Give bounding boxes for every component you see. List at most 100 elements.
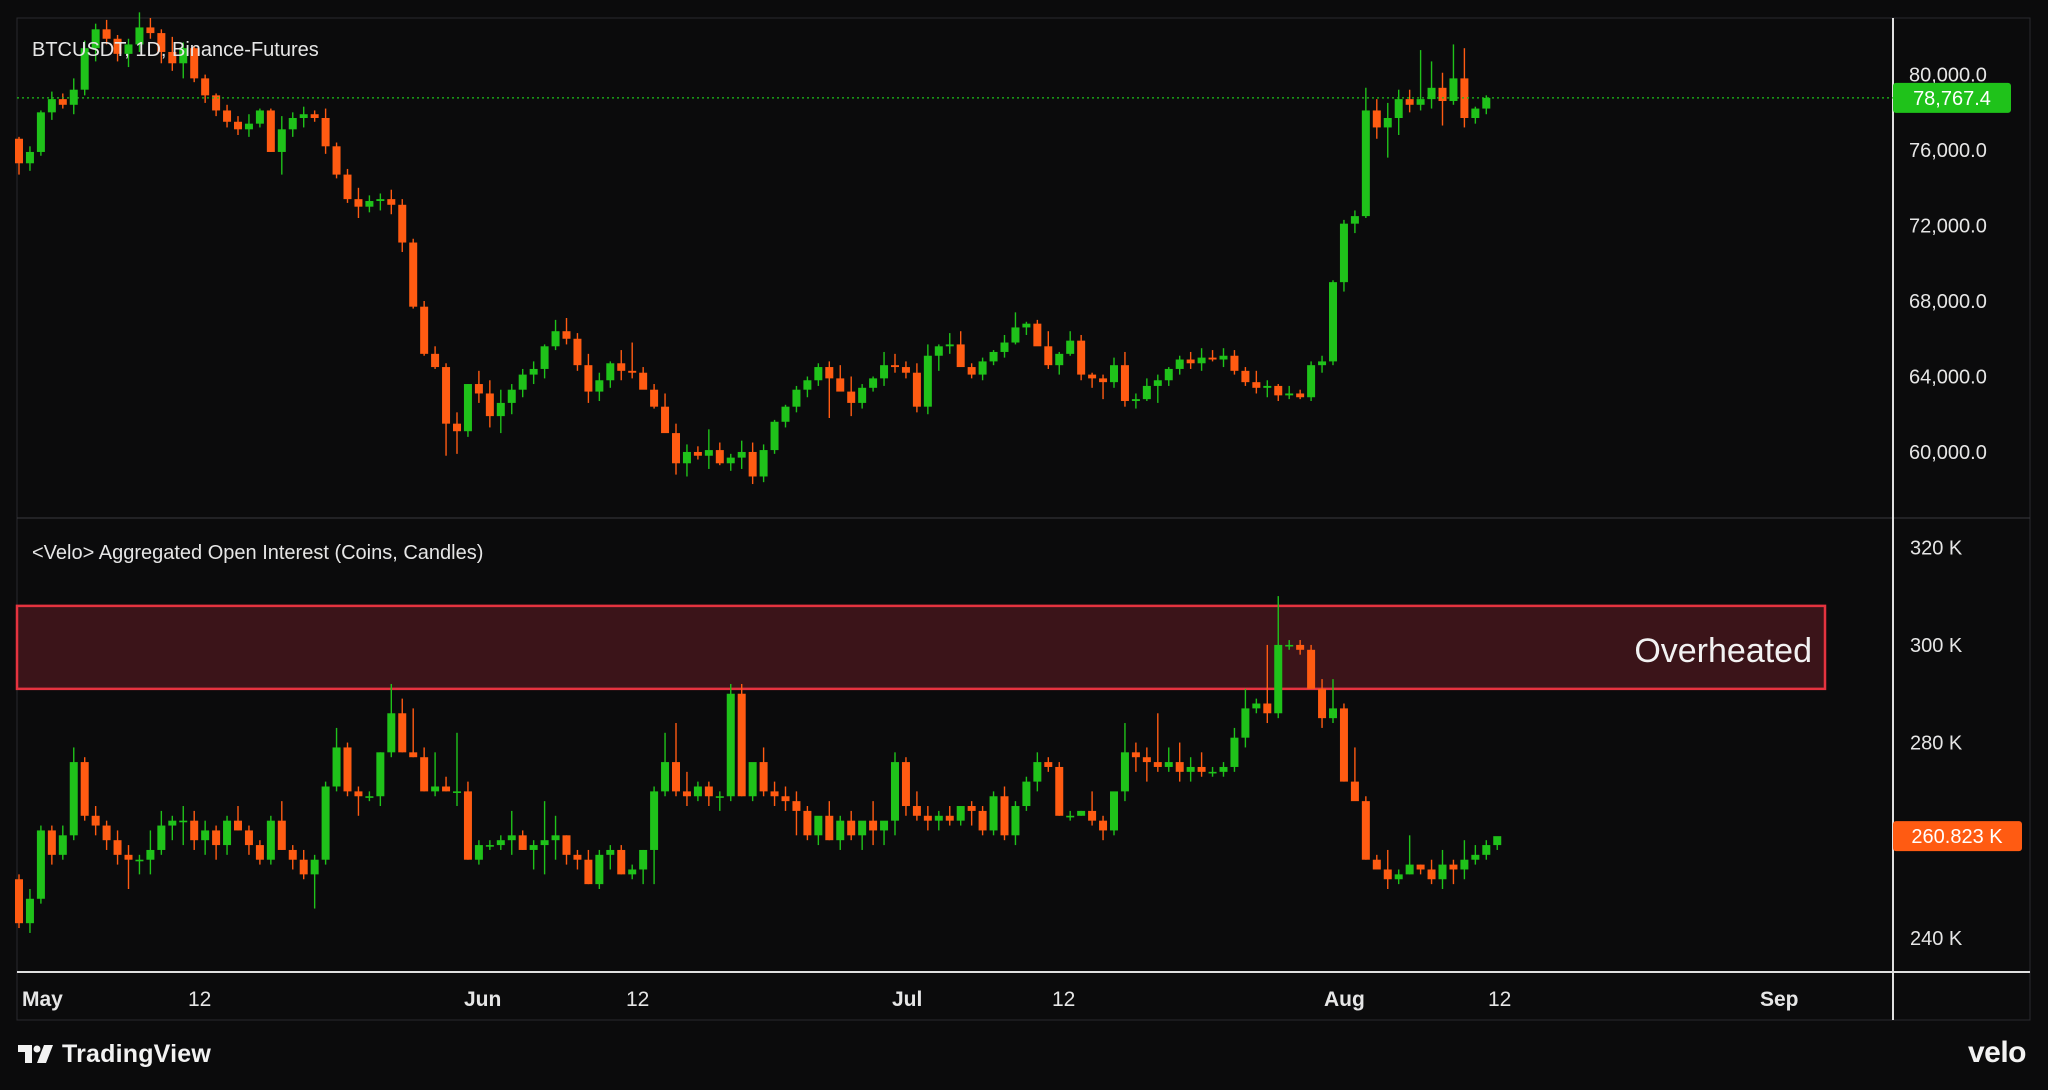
oi-candle-body xyxy=(135,859,144,862)
chart-area[interactable]: BTCUSDT, 1D, Binance-Futures <Velo> Aggr… xyxy=(0,0,2048,1085)
price-candle-body xyxy=(1164,368,1173,381)
oi-candle-body xyxy=(288,849,297,860)
price-candle-body xyxy=(266,110,275,152)
oi-candle-body xyxy=(617,849,626,875)
oi-candle-body xyxy=(80,762,89,816)
oi-candle-body xyxy=(1361,801,1370,860)
oi-candle-body xyxy=(956,806,965,821)
oi-candle-body xyxy=(310,859,319,875)
x-tick-label: 12 xyxy=(188,988,211,1011)
oi-candle-body xyxy=(1285,644,1294,647)
price-candle-body xyxy=(1307,365,1316,398)
price-candle-body xyxy=(967,367,976,375)
oi-candle-body xyxy=(584,859,593,885)
price-candle-body xyxy=(869,378,878,388)
oi-candle xyxy=(15,874,23,929)
oi-candle-body xyxy=(650,791,659,850)
price-candle-body xyxy=(825,367,834,379)
oi-candle xyxy=(989,791,998,836)
oi-candle xyxy=(1110,791,1118,836)
oi-candle-body xyxy=(463,791,472,860)
oi-candle xyxy=(1339,703,1348,782)
oi-candle-body xyxy=(912,806,921,816)
price-candle-body xyxy=(223,110,232,122)
last-price-badge-label: 78,767.4 xyxy=(1913,88,1991,110)
price-candle-body xyxy=(474,384,483,394)
oi-candle-body xyxy=(562,835,571,855)
price-candle-body xyxy=(573,338,582,366)
oi-candle-body xyxy=(1186,766,1195,772)
oi-y-tick-label: 240 K xyxy=(1910,928,1963,950)
oi-candle-body xyxy=(847,820,856,836)
oi-candle xyxy=(726,683,735,802)
oi-candle-body xyxy=(1131,752,1140,758)
oi-candle-body xyxy=(693,786,702,797)
oi-candle-body xyxy=(945,815,954,821)
oi-candle-body xyxy=(1449,864,1458,870)
price-candle-body xyxy=(1318,361,1327,366)
oi-candle-body xyxy=(431,786,440,792)
price-candle-body xyxy=(1000,342,1009,352)
oi-candle-body xyxy=(661,762,670,792)
price-candle-body xyxy=(704,450,713,456)
oi-candle-body xyxy=(1307,649,1316,689)
price-candle-body xyxy=(803,380,812,390)
x-tick-label: Jun xyxy=(464,988,501,1011)
oi-candle-body xyxy=(672,762,680,792)
oi-candle-body xyxy=(792,801,801,811)
price-candle-body xyxy=(1361,110,1370,217)
price-candle-body xyxy=(321,118,330,147)
price-candle xyxy=(1339,219,1348,292)
oi-candle-body xyxy=(858,820,867,836)
price-candle-body xyxy=(891,365,899,368)
oi-candle-body xyxy=(157,825,166,850)
oi-candle-body xyxy=(212,830,221,846)
oi-candle xyxy=(595,849,604,890)
oi-candle xyxy=(737,683,746,797)
price-candle xyxy=(36,110,45,156)
price-candle-body xyxy=(25,151,34,164)
oi-candle-body xyxy=(1471,854,1480,860)
oi-candle-body xyxy=(1394,874,1403,880)
price-candle-body xyxy=(978,361,987,375)
x-tick-label: Sep xyxy=(1760,988,1799,1011)
oi-candle-body xyxy=(354,791,363,797)
price-candle-body xyxy=(1077,340,1086,375)
price-candle-body xyxy=(1329,282,1337,362)
price-candle-body xyxy=(244,123,253,130)
oi-candle-body xyxy=(36,830,45,899)
price-candle-body xyxy=(1263,385,1272,388)
price-candle-body xyxy=(880,365,889,379)
oi-candle-body xyxy=(901,762,910,807)
oi-candle-body xyxy=(825,815,834,841)
oi-candle-body xyxy=(398,713,407,753)
oi-candle-body xyxy=(1110,791,1118,831)
price-candle-body xyxy=(310,114,319,118)
price-candle-body xyxy=(1274,385,1283,396)
oi-candle-body xyxy=(1416,864,1425,870)
tradingview-brand[interactable]: TradingView xyxy=(18,1037,211,1071)
oi-candle-body xyxy=(891,762,899,821)
price-candle-body xyxy=(901,367,910,373)
oi-candle-body xyxy=(1482,845,1491,855)
oi-candle-body xyxy=(967,806,976,811)
oi-candle-body xyxy=(1219,766,1228,772)
oi-candle-body xyxy=(759,762,768,792)
price-candle-body xyxy=(1296,393,1305,398)
oi-candle-body xyxy=(1460,859,1469,870)
chart-svg[interactable]: BTCUSDT, 1D, Binance-Futures <Velo> Aggr… xyxy=(0,0,2048,1085)
oi-candle-body xyxy=(1099,820,1108,831)
velo-brand: velo xyxy=(1967,1036,2027,1069)
price-candle-body xyxy=(69,89,78,105)
price-candle-body xyxy=(376,199,385,202)
oi-candle-body xyxy=(682,791,691,797)
oi-candle-body xyxy=(748,762,757,797)
oi-candle xyxy=(80,757,89,821)
oi-candle-body xyxy=(1164,762,1173,767)
tradingview-name: TradingView xyxy=(62,1039,212,1068)
oi-candle xyxy=(343,742,352,797)
price-candle-body xyxy=(945,344,954,347)
oi-candle-body xyxy=(1339,708,1348,782)
price-candle-body xyxy=(102,29,111,39)
oi-candle xyxy=(748,762,757,802)
